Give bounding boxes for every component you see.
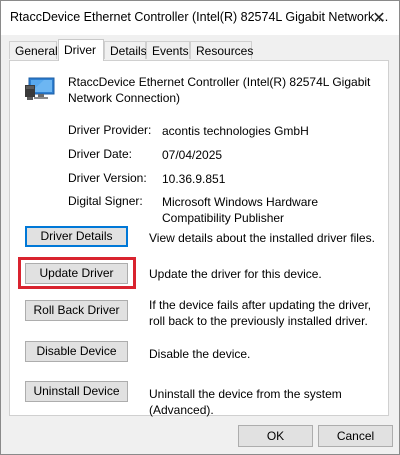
driver-details-button[interactable]: Driver Details [25, 226, 128, 247]
ok-button[interactable]: OK [238, 425, 313, 447]
driver-version-value: 10.36.9.851 [162, 172, 226, 186]
network-adapter-icon [25, 77, 55, 100]
tab-driver[interactable]: Driver [58, 39, 104, 61]
tab-general[interactable]: General [9, 41, 58, 59]
driver-date-label: Driver Date: [68, 147, 133, 161]
close-button[interactable]: ✕ [359, 1, 399, 35]
uninstall-device-button[interactable]: Uninstall Device [25, 381, 128, 402]
properties-dialog: RtaccDevice Ethernet Controller (Intel(R… [0, 0, 400, 455]
driver-tab-panel: RtaccDevice Ethernet Controller (Intel(R… [9, 60, 389, 417]
update-driver-button[interactable]: Update Driver [25, 263, 128, 284]
roll-back-driver-button[interactable]: Roll Back Driver [25, 300, 128, 321]
uninstall-device-description: Uninstall the device from the system (Ad… [149, 387, 342, 417]
roll-back-driver-description: If the device fails after updating the d… [149, 298, 372, 328]
update-driver-description: Update the driver for this device. [149, 267, 322, 281]
device-name: RtaccDevice Ethernet Controller (Intel(R… [68, 75, 371, 105]
window-title: RtaccDevice Ethernet Controller (Intel(R… [10, 10, 389, 24]
digital-signer-label: Digital Signer: [68, 194, 143, 208]
tab-resources[interactable]: Resources [190, 41, 253, 59]
driver-details-description: View details about the installed driver … [149, 231, 375, 245]
close-icon: ✕ [372, 10, 386, 27]
disable-device-description: Disable the device. [149, 347, 251, 361]
driver-provider-value: acontis technologies GmbH [162, 124, 309, 138]
cancel-button[interactable]: Cancel [318, 425, 393, 447]
driver-date-value: 07/04/2025 [162, 148, 223, 162]
digital-signer-value: Microsoft Windows Hardware Compatibility… [162, 195, 319, 225]
disable-device-button[interactable]: Disable Device [25, 341, 128, 362]
driver-provider-label: Driver Provider: [68, 123, 152, 137]
driver-version-label: Driver Version: [68, 171, 147, 185]
tab-events[interactable]: Events [146, 41, 190, 59]
title-bar: RtaccDevice Ethernet Controller (Intel(R… [1, 1, 399, 35]
tab-details[interactable]: Details [104, 41, 147, 59]
